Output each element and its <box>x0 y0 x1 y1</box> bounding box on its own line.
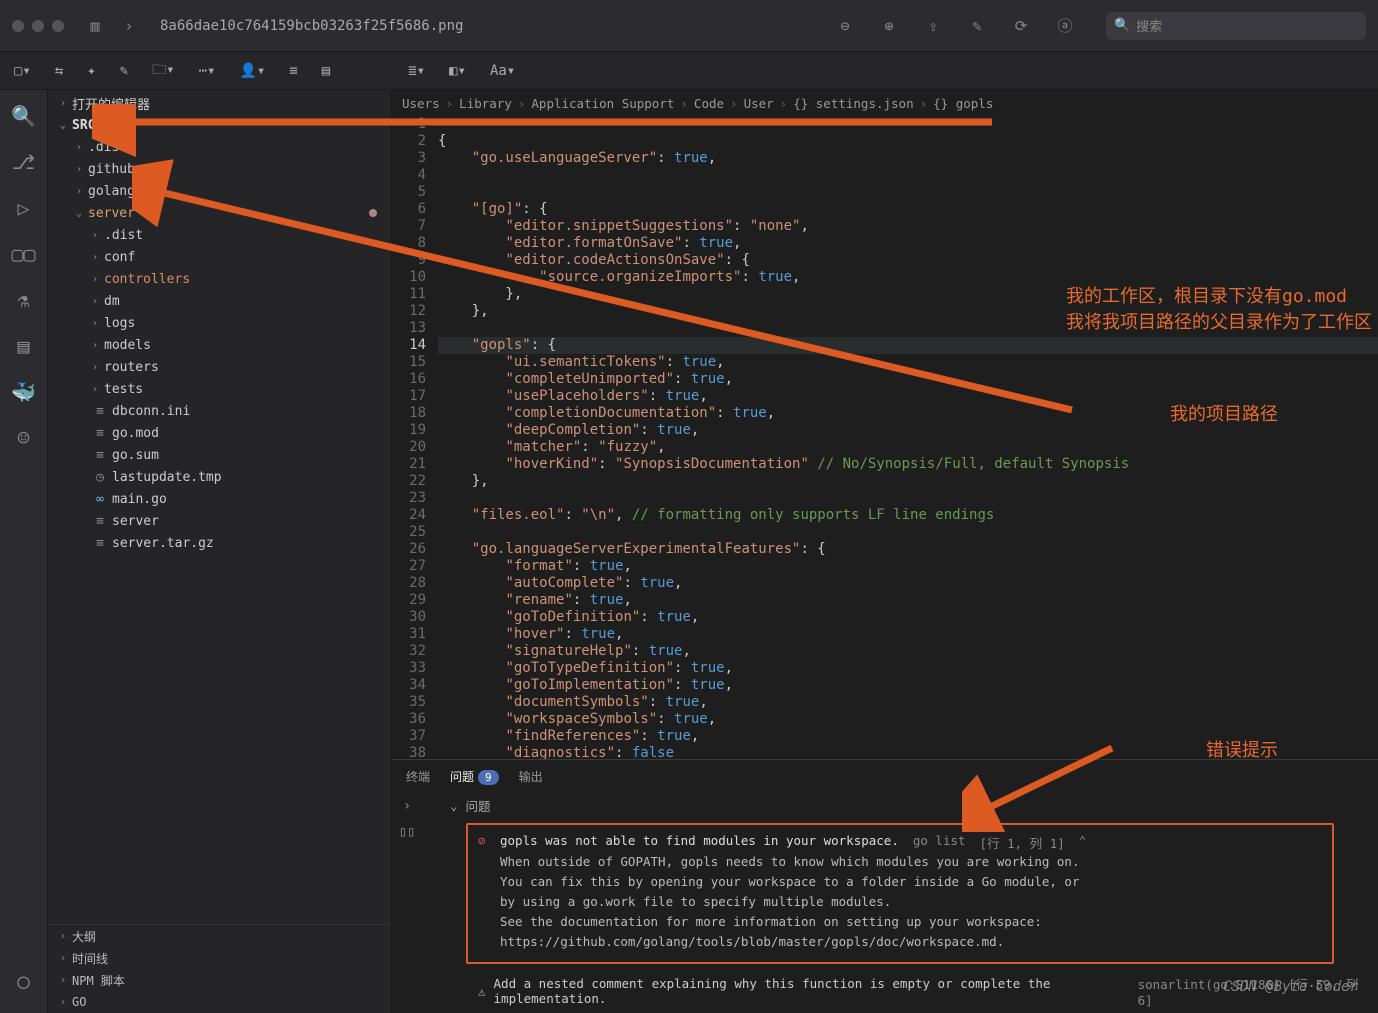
line-gutter: 1234567891011121314151617181920212223242… <box>392 116 438 759</box>
breadcrumb-segment[interactable]: Application Support <box>531 96 674 111</box>
explorer-icon[interactable]: 🔍 <box>11 104 36 128</box>
split-icon[interactable]: ◧▾ <box>449 63 466 79</box>
rotate-icon[interactable]: ⟳ <box>1008 13 1034 39</box>
breadcrumb-segment[interactable]: Code <box>694 96 724 111</box>
server-folder[interactable]: ⌄server <box>48 202 391 224</box>
outline-npm[interactable]: ›NPM 脚本 <box>48 969 391 991</box>
folder-icon[interactable]: 🗀▾ <box>152 59 174 83</box>
share-icon[interactable]: ⇪ <box>920 13 946 39</box>
folder-item[interactable]: ›logs <box>48 312 391 334</box>
account-icon[interactable]: ◯ <box>17 969 29 993</box>
book-icon[interactable]: ▤ <box>17 334 29 358</box>
modified-dot-icon <box>369 209 377 217</box>
file-item[interactable]: ≡server.tar.gz <box>48 532 391 554</box>
window-title: 8a66dae10c764159bcb03263f25f5686.png <box>160 18 463 34</box>
test-icon[interactable]: ⚗ <box>17 288 29 312</box>
error-icon: ⊘ <box>478 833 492 848</box>
tab-problems[interactable]: 问题9 <box>450 768 499 785</box>
panel: 终端 问题9 输出 › ▯▯ ⌄问题 ⊘ gopls was not able … <box>392 759 1378 1013</box>
nav-chevron-icon[interactable]: › <box>116 13 142 39</box>
toggle-icon[interactable]: ⇆ <box>55 63 63 79</box>
layout-icon[interactable]: ▤ <box>322 63 330 79</box>
activity-bar: 🔍 ⎇ ▷ ▢▢ ⚗ ▤ 🐳 ☺ ◯ <box>0 90 48 1013</box>
extensions-icon[interactable]: ▢▢ <box>11 242 35 266</box>
file-item[interactable]: ∞main.go <box>48 488 391 510</box>
explorer-sidebar: ›打开的编辑器 ⌄SRC ›.dist ›github.com ›golang.… <box>48 90 392 1013</box>
docker-icon[interactable]: 🐳 <box>11 380 36 404</box>
problems-count-badge: 9 <box>478 770 499 785</box>
zoom-in-icon[interactable]: ⊕ <box>876 13 902 39</box>
folder-item[interactable]: ›golang.org <box>48 180 391 202</box>
chevron-down-icon: ⌄ <box>450 798 458 813</box>
panel-tabs: 终端 问题9 输出 <box>392 760 1378 792</box>
problems-filter[interactable]: ⌄问题 <box>422 792 1378 819</box>
code-editor[interactable]: 1234567891011121314151617181920212223242… <box>392 116 1378 759</box>
info-icon[interactable]: ⓐ <box>1052 13 1078 39</box>
folder-item[interactable]: ›dm <box>48 290 391 312</box>
outline-go[interactable]: ›GO <box>48 991 391 1013</box>
editor-area: Users›Library›Application Support›Code›U… <box>392 90 1378 1013</box>
code-lines[interactable]: { "go.useLanguageServer": true, "[go]": … <box>438 116 1378 759</box>
watermark: CSDN @Byte·Coder <box>1223 979 1358 995</box>
outline-outline[interactable]: ›大纲 <box>48 925 391 947</box>
split-panel-icon[interactable]: ▯▯ <box>399 824 416 840</box>
breadcrumb-segment[interactable]: Users <box>402 96 440 111</box>
chevron-icon[interactable]: › <box>403 798 411 814</box>
file-item[interactable]: ≡go.sum <box>48 444 391 466</box>
wand-icon[interactable]: ✎ <box>120 63 128 79</box>
file-new-icon[interactable]: ▢▾ <box>14 63 31 79</box>
folder-item[interactable]: ›conf <box>48 246 391 268</box>
search-input[interactable]: 🔍 搜索 <box>1106 12 1366 40</box>
magic-icon[interactable]: ✦ <box>87 63 95 79</box>
folder-item[interactable]: ›routers <box>48 356 391 378</box>
git-icon[interactable]: ⎇ <box>12 150 35 174</box>
search-icon: 🔍 <box>1114 18 1130 33</box>
file-item[interactable]: ◷lastupdate.tmp <box>48 466 391 488</box>
folder-item[interactable]: ›models <box>48 334 391 356</box>
breadcrumb-segment[interactable]: {} settings.json <box>793 96 913 111</box>
folder-item[interactable]: ›tests <box>48 378 391 400</box>
tab-terminal[interactable]: 终端 <box>406 768 430 785</box>
file-item[interactable]: ≡dbconn.ini <box>48 400 391 422</box>
tab-output[interactable]: 输出 <box>519 768 543 785</box>
zoom-out-icon[interactable]: ⊖ <box>832 13 858 39</box>
chevron-up-icon[interactable]: ⌃ <box>1079 833 1087 848</box>
debug-icon[interactable]: ▷ <box>17 196 29 220</box>
edit-icon[interactable]: ✎ <box>964 13 990 39</box>
window-controls[interactable] <box>12 20 64 32</box>
breadcrumb-segment[interactable]: Library <box>459 96 512 111</box>
open-editors-header[interactable]: ›打开的编辑器 <box>48 92 391 114</box>
breadcrumb[interactable]: Users›Library›Application Support›Code›U… <box>392 90 1378 116</box>
file-item[interactable]: ≡go.mod <box>48 422 391 444</box>
src-root[interactable]: ⌄SRC <box>48 114 391 136</box>
breadcrumb-segment[interactable]: {} gopls <box>933 96 993 111</box>
folder-item[interactable]: ›github.com <box>48 158 391 180</box>
outline-sections: ›大纲 ›时间线 ›NPM 脚本 ›GO <box>48 924 391 1013</box>
outline-timeline[interactable]: ›时间线 <box>48 947 391 969</box>
people-icon[interactable]: 👤▾ <box>239 63 265 79</box>
sidebar-toggle-icon[interactable]: ▥ <box>82 13 108 39</box>
more-icon[interactable]: ⋯▾ <box>199 63 216 79</box>
warning-icon: ⚠ <box>478 984 486 999</box>
secondary-toolbar: ▢▾ ⇆ ✦ ✎ 🗀▾ ⋯▾ 👤▾ ≡ ▤ ≣▾ ◧▾ Aa▾ <box>0 52 1378 90</box>
breadcrumb-segment[interactable]: User <box>744 96 774 111</box>
titlebar: ▥ › 8a66dae10c764159bcb03263f25f5686.png… <box>0 0 1378 52</box>
folder-item[interactable]: ›.dist <box>48 224 391 246</box>
problem-item[interactable]: ⊘ gopls was not able to find modules in … <box>466 823 1334 964</box>
file-item[interactable]: ≡server <box>48 510 391 532</box>
align-icon[interactable]: ≣▾ <box>408 63 425 79</box>
font-icon[interactable]: Aa▾ <box>490 63 515 79</box>
folder-item[interactable]: ›.dist <box>48 136 391 158</box>
folder-item[interactable]: ›controllers <box>48 268 391 290</box>
smiley-icon[interactable]: ☺ <box>17 426 29 450</box>
list-icon[interactable]: ≡ <box>289 63 297 79</box>
